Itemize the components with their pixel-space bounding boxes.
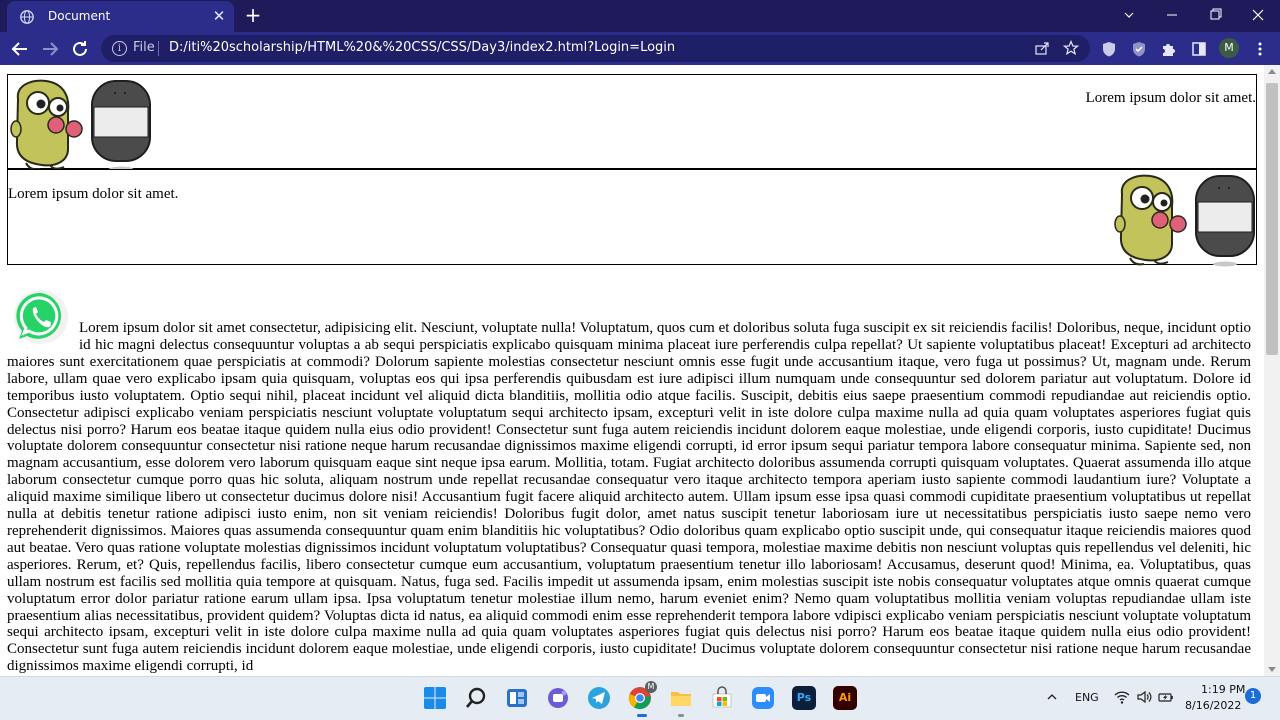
content-box: Lorem ipsum dolor sit amet. bbox=[7, 169, 1257, 267]
zoom-icon[interactable] bbox=[751, 686, 775, 710]
wifi-icon[interactable] bbox=[1114, 689, 1130, 705]
gopher-mascot-image bbox=[1114, 174, 1255, 267]
star-icon[interactable] bbox=[1063, 40, 1079, 56]
photoshop-icon[interactable]: Ps bbox=[792, 686, 816, 710]
article-text: Lorem ipsum dolor sit amet consectetur, … bbox=[7, 320, 1251, 675]
header-box: Lorem ipsum dolor sit amet. bbox=[7, 74, 1257, 172]
globe-icon bbox=[20, 10, 34, 24]
share-icon[interactable] bbox=[1034, 40, 1050, 56]
minimize-icon[interactable] bbox=[1160, 4, 1184, 26]
active-app-indicator bbox=[637, 714, 647, 717]
browser-titlebar: Document ✕ + bbox=[0, 0, 1280, 32]
telegram-icon[interactable] bbox=[587, 686, 611, 710]
app-open-indicator bbox=[678, 714, 684, 717]
clock-time[interactable]: 1:19 PM bbox=[1201, 683, 1245, 696]
teams-icon[interactable] bbox=[546, 686, 570, 710]
address-bar[interactable]: i File D:/iti%20scholarship/HTML%20&%20C… bbox=[101, 35, 1090, 62]
tab-title: Document bbox=[48, 9, 111, 23]
language-indicator[interactable]: ENG bbox=[1075, 691, 1099, 704]
url-scheme: File bbox=[133, 40, 155, 55]
microsoft-store-icon[interactable] bbox=[710, 686, 734, 710]
side-panel-icon[interactable] bbox=[1190, 40, 1208, 58]
header-box-text: Lorem ipsum dolor sit amet. bbox=[1085, 90, 1256, 106]
windows-start-icon[interactable] bbox=[423, 686, 447, 710]
page-scrollbar[interactable] bbox=[1264, 65, 1280, 676]
info-icon[interactable]: i bbox=[112, 41, 127, 56]
taskbar: M Ps Ai ENG 1:19 PM 8/16/2022 1 bbox=[0, 676, 1280, 720]
widgets-icon[interactable] bbox=[505, 686, 529, 710]
url-separator bbox=[158, 41, 159, 56]
back-arrow-icon[interactable] bbox=[9, 38, 31, 60]
scroll-thumb[interactable] bbox=[1266, 83, 1278, 355]
menu-dots-icon[interactable] bbox=[1251, 40, 1269, 58]
tab-document[interactable]: Document ✕ bbox=[7, 1, 234, 32]
page-viewport: Lorem ipsum dolor sit amet. Lorem ipsum … bbox=[0, 65, 1264, 676]
file-explorer-icon[interactable] bbox=[669, 686, 693, 710]
scroll-down-arrow-icon[interactable] bbox=[1268, 667, 1276, 672]
chevron-down-icon[interactable] bbox=[1117, 4, 1141, 26]
volume-icon[interactable] bbox=[1136, 689, 1152, 705]
reload-icon[interactable] bbox=[69, 38, 91, 60]
clock-date[interactable]: 8/16/2022 bbox=[1185, 699, 1241, 712]
whatsapp-icon bbox=[14, 290, 68, 344]
notification-badge[interactable]: 1 bbox=[1245, 688, 1261, 704]
browser-toolbar: i File D:/iti%20scholarship/HTML%20&%20C… bbox=[0, 32, 1280, 65]
shield-icon[interactable] bbox=[1100, 40, 1118, 58]
chevron-up-icon[interactable] bbox=[1046, 691, 1058, 703]
extension-icon[interactable] bbox=[1130, 40, 1148, 58]
illustrator-icon[interactable]: Ai bbox=[833, 686, 857, 710]
close-window-icon[interactable] bbox=[1246, 4, 1270, 26]
battery-icon[interactable] bbox=[1158, 689, 1174, 705]
search-icon[interactable] bbox=[464, 686, 488, 710]
maximize-icon[interactable] bbox=[1203, 4, 1227, 26]
puzzle-icon[interactable] bbox=[1160, 40, 1178, 58]
chrome-profile-badge: M bbox=[645, 681, 657, 693]
url-text[interactable]: D:/iti%20scholarship/HTML%20&%20CSS/CSS/… bbox=[169, 40, 675, 55]
gopher-mascot-image bbox=[10, 79, 151, 172]
close-icon[interactable]: ✕ bbox=[211, 8, 227, 24]
article-paragraph: Lorem ipsum dolor sit amet consectetur, … bbox=[7, 287, 1251, 675]
scroll-up-arrow-icon[interactable] bbox=[1268, 69, 1276, 74]
plus-icon[interactable]: + bbox=[243, 5, 263, 25]
avatar[interactable]: M bbox=[1219, 38, 1239, 58]
forward-arrow-icon[interactable] bbox=[39, 38, 61, 60]
content-box-text: Lorem ipsum dolor sit amet. bbox=[8, 186, 179, 202]
